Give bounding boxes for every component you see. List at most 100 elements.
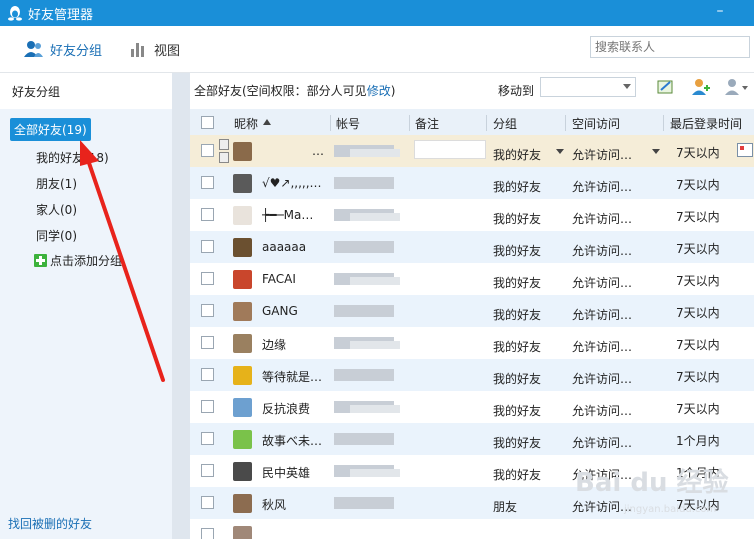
row-checkbox[interactable] xyxy=(201,464,214,477)
group-item-my-friends[interactable]: 我的好友(18) xyxy=(36,149,109,166)
minimize-button[interactable]: – xyxy=(712,2,728,22)
nickname-cell: GANG xyxy=(262,304,298,318)
chevron-down-icon xyxy=(623,84,631,89)
table-row[interactable]: FACAI 我的好友 允许访问… 7天以内 xyxy=(190,263,754,295)
avatar[interactable] xyxy=(233,494,252,513)
account-cell-blurred xyxy=(334,241,394,253)
column-header-account[interactable]: 帐号 xyxy=(336,115,360,132)
user-settings-icon[interactable] xyxy=(725,78,749,96)
avatar[interactable] xyxy=(233,206,252,225)
row-checkbox[interactable] xyxy=(201,368,214,381)
edit-remark-icon[interactable] xyxy=(657,78,675,96)
table-row[interactable]: 等待就是… 我的好友 允许访问… 7天以内 xyxy=(190,359,754,391)
modify-permission-link[interactable]: 修改 xyxy=(367,84,391,98)
table-row[interactable]: √♥↗,,,,,… 我的好友 允许访问… 7天以内 xyxy=(190,167,754,199)
space-access-cell: 允许访问… xyxy=(572,180,633,194)
row-checkbox[interactable] xyxy=(201,176,214,189)
row-checkbox[interactable] xyxy=(201,208,214,221)
table-row[interactable]: aaaaaa 我的好友 允许访问… 7天以内 xyxy=(190,231,754,263)
table-row[interactable]: ┾━─Ma… 我的好友 允许访问… 7天以内 xyxy=(190,199,754,231)
group-item-friends[interactable]: 朋友(1) xyxy=(36,175,77,192)
group-cell: 我的好友 xyxy=(493,244,542,258)
group-cell: 我的好友 xyxy=(493,372,542,386)
remark-input[interactable] xyxy=(414,140,486,159)
row-checkbox[interactable] xyxy=(201,432,214,445)
space-access-cell: 允许访问… xyxy=(572,212,633,226)
space-dropdown-chevron-down-icon[interactable] xyxy=(652,149,660,154)
avatar[interactable] xyxy=(233,302,252,321)
account-cell-blurred xyxy=(350,277,400,285)
restore-deleted-friends-link[interactable]: 找回被删的好友 xyxy=(8,515,92,532)
row-checkbox[interactable] xyxy=(201,240,214,253)
last-login-cell: 7天以内 xyxy=(676,178,720,192)
table-row[interactable]: 反抗浪费 我的好友 允许访问… 7天以内 xyxy=(190,391,754,423)
column-header-remark[interactable]: 备注 xyxy=(415,115,439,132)
friends-group-button[interactable]: 好友分组 xyxy=(24,38,102,60)
sidebar: 好友分组 全部好友(19) 我的好友(18) 朋友(1) 家人(0) 同学(0)… xyxy=(0,73,172,539)
row-checkbox[interactable] xyxy=(201,528,214,539)
account-cell-blurred xyxy=(350,213,400,221)
column-header-last-login[interactable]: 最后登录时间 xyxy=(670,115,742,132)
select-all-checkbox[interactable] xyxy=(201,116,214,129)
column-header-group[interactable]: 分组 xyxy=(493,115,517,132)
row-checkbox[interactable] xyxy=(201,336,214,349)
account-cell-blurred xyxy=(334,369,394,381)
avatar[interactable] xyxy=(233,270,252,289)
table-row[interactable]: 边缘 我的好友 允许访问… 7天以内 xyxy=(190,327,754,359)
avatar[interactable] xyxy=(233,398,252,417)
splitter[interactable] xyxy=(172,73,190,539)
avatar[interactable] xyxy=(233,238,252,257)
space-access-cell: 允许访问… xyxy=(572,404,633,418)
row-checkbox[interactable] xyxy=(201,272,214,285)
view-button[interactable]: 视图 xyxy=(130,38,180,60)
group-cell[interactable]: 我的好友 xyxy=(493,146,541,163)
row-checkbox[interactable] xyxy=(201,400,214,413)
avatar[interactable] xyxy=(233,526,252,539)
add-friend-icon[interactable] xyxy=(692,78,710,96)
nickname-cell: 边缘 xyxy=(262,338,287,352)
space-access-cell[interactable]: 允许访问… xyxy=(572,146,632,163)
last-login-cell: 7天以内 xyxy=(676,338,720,352)
window-title: 好友管理器 xyxy=(28,8,94,23)
row-checkbox[interactable] xyxy=(201,496,214,509)
move-to-label: 移动到 xyxy=(498,84,535,98)
account-cell-blurred xyxy=(350,469,400,477)
group-item-classmates[interactable]: 同学(0) xyxy=(36,227,77,244)
avatar[interactable] xyxy=(233,430,252,449)
avatar[interactable] xyxy=(233,366,252,385)
view-label: 视图 xyxy=(154,43,181,59)
avatar[interactable] xyxy=(233,334,252,353)
row-checkbox[interactable] xyxy=(201,304,214,317)
nickname-cell: ┾━─Ma… xyxy=(262,208,314,222)
avatar[interactable] xyxy=(233,174,252,193)
account-cell-blurred xyxy=(350,405,400,413)
account-cell-blurred xyxy=(350,341,400,349)
table-row[interactable]: … 我的好友 允许访问… 7天以内 xyxy=(190,135,754,167)
nickname-cell: √♥↗,,,,,… xyxy=(262,176,322,190)
group-item-all-friends[interactable]: 全部好友(19) xyxy=(10,118,91,141)
friends-group-label: 好友分组 xyxy=(50,43,103,59)
column-header-nickname[interactable]: 昵称 xyxy=(234,115,258,132)
move-to-select[interactable] xyxy=(540,77,636,97)
profile-card-icon[interactable] xyxy=(737,143,753,157)
group-dropdown-chevron-down-icon[interactable] xyxy=(556,149,564,154)
toolbar: 好友分组 视图 xyxy=(0,26,754,73)
sidebar-header: 好友分组 xyxy=(12,85,61,99)
space-access-cell: 允许访问… xyxy=(572,372,633,386)
nickname-cell: FACAI xyxy=(262,272,296,286)
account-cell-blurred xyxy=(334,497,394,509)
group-cell: 我的好友 xyxy=(493,276,542,290)
group-cell: 我的好友 xyxy=(493,404,542,418)
group-item-family[interactable]: 家人(0) xyxy=(36,201,77,218)
account-cell-blurred xyxy=(334,177,394,189)
table-row[interactable]: 故事べ未… 我的好友 允许访问… 1个月内 xyxy=(190,423,754,455)
column-header-space-access[interactable]: 空间访问 xyxy=(572,115,620,132)
row-checkbox[interactable] xyxy=(201,144,214,157)
avatar[interactable] xyxy=(233,142,252,161)
search-input[interactable] xyxy=(590,36,750,58)
table-row[interactable]: GANG 我的好友 允许访问… 7天以内 xyxy=(190,295,754,327)
avatar[interactable] xyxy=(233,462,252,481)
table-row[interactable] xyxy=(190,519,754,539)
add-group-button[interactable]: 点击添加分组 xyxy=(34,252,122,269)
qq-penguin-icon xyxy=(8,6,22,21)
